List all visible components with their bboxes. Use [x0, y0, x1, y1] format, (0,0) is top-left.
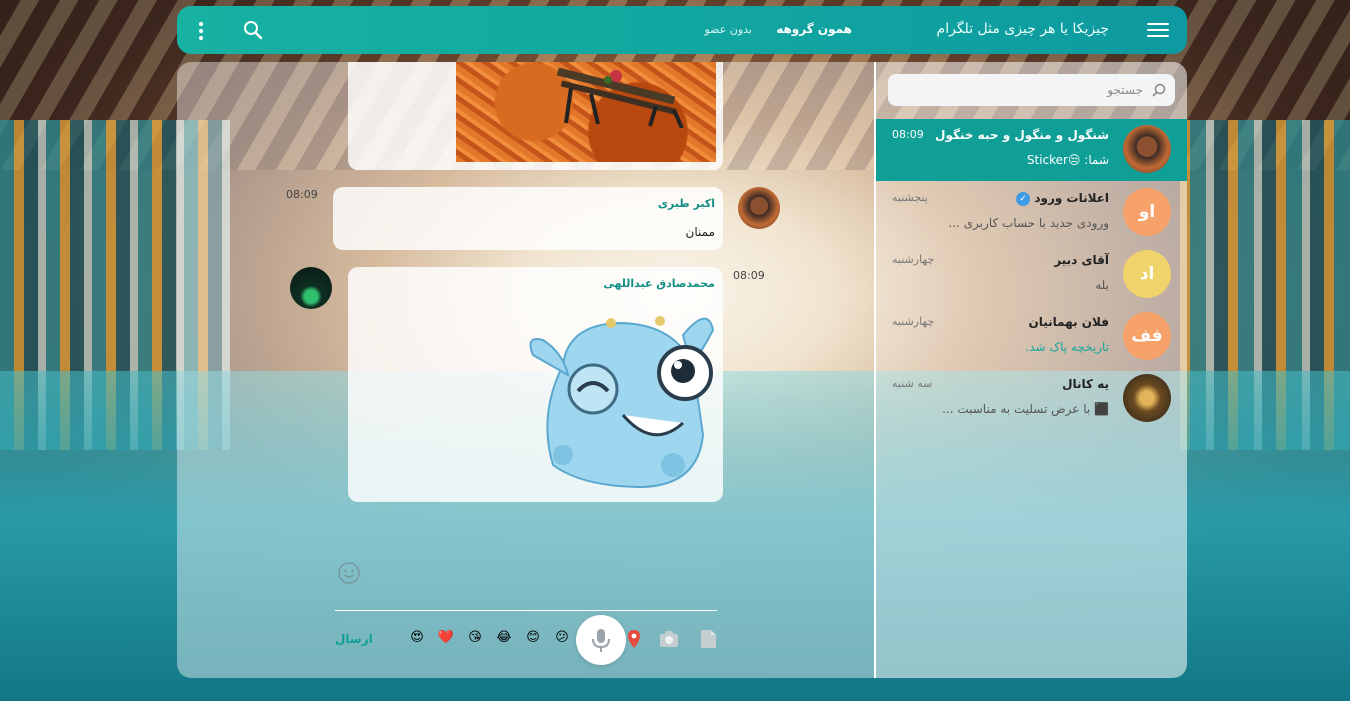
composer-divider	[335, 610, 717, 611]
camera-icon[interactable]	[659, 629, 679, 649]
top-bar: چیزیکا یا هر چیزی مثل تلگرام همون گروهه …	[177, 6, 1187, 54]
dialog-time: چهارشنبه	[892, 315, 935, 328]
avatar: او	[1123, 188, 1171, 236]
search-input[interactable]	[893, 74, 1143, 106]
dialog-time: چهارشنبه	[892, 253, 935, 266]
dialog-name: آقای دبیر	[1054, 253, 1109, 267]
hamburger-menu-icon[interactable]	[1147, 20, 1169, 40]
emoji-smile-icon[interactable]	[337, 561, 361, 585]
message-sender[interactable]: اکبر طبری	[658, 197, 715, 210]
emoji-heart[interactable]: ❤️	[435, 627, 457, 649]
avatar[interactable]	[738, 187, 780, 229]
dialog-time: 08:09	[892, 128, 924, 141]
dialog-name-text: اعلانات ورود	[1034, 191, 1109, 205]
dialog-item[interactable]: یه کانال ⬛ با عرض تسلیت به مناسبت ... سه…	[876, 368, 1187, 430]
dialog-name: شنگول و منگول و حبه خنگول	[935, 128, 1109, 142]
message-sender[interactable]: محمدصادق عبداللهی	[603, 277, 715, 290]
dialog-item[interactable]: فف فلان بهمانیان تاریخچه پاک شد. چهارشنب…	[876, 306, 1187, 368]
dialog-name: اعلانات ورود ✓	[1013, 191, 1109, 206]
search-icon	[1152, 83, 1166, 97]
dialog-item[interactable]: اد آقای دبیر بله چهارشنبه	[876, 244, 1187, 306]
dialog-item[interactable]: او اعلانات ورود ✓ ورودی جدید با حساب کار…	[876, 182, 1187, 244]
voice-record-button[interactable]	[576, 615, 626, 665]
emoji-kiss[interactable]: 😘	[464, 627, 486, 649]
dialog-item[interactable]: شنگول و منگول و حبه خنگول شما: 😒Sticker …	[876, 119, 1187, 181]
monster-sticker[interactable]	[523, 305, 718, 490]
chat-title[interactable]: همون گروهه	[776, 22, 852, 36]
text-message[interactable]: اکبر طبری ممنان	[333, 187, 723, 250]
avatar: فف	[1123, 312, 1171, 360]
search-box[interactable]	[888, 74, 1175, 106]
bench-graphic	[556, 68, 684, 128]
dialog-name: فلان بهمانیان	[1028, 315, 1109, 329]
dialog-last-message: بله	[1095, 278, 1109, 292]
message-time: 08:09	[733, 269, 765, 282]
file-attach-icon[interactable]	[698, 629, 718, 649]
dialogs-sidebar: شنگول و منگول و حبه خنگول شما: 😒Sticker …	[876, 62, 1187, 678]
app-title: چیزیکا یا هر چیزی مثل تلگرام	[936, 21, 1109, 37]
emoji-smile[interactable]: 😊	[522, 627, 544, 649]
avatar	[1123, 374, 1171, 422]
message-text: ممنان	[685, 225, 715, 239]
avatar: اد	[1123, 250, 1171, 298]
dialog-last-message: ورودی جدید با حساب کاربری ...	[948, 216, 1109, 230]
location-pin-icon[interactable]	[624, 629, 644, 649]
emoji-laugh[interactable]: 😂	[493, 627, 515, 649]
avatar	[1123, 125, 1171, 173]
microphone-icon	[592, 629, 610, 652]
dialog-time: سه شنبه	[892, 377, 933, 390]
dialog-last-message: ⬛ با عرض تسلیت به مناسبت ...	[942, 402, 1109, 416]
chat-panel: 08:09 اکبر طبری ممنان 08:09 محمدصادق عبد…	[177, 62, 874, 678]
emoji-confused[interactable]: 😕	[551, 627, 573, 649]
avatar[interactable]	[290, 267, 332, 309]
more-options-icon[interactable]	[195, 20, 207, 40]
search-icon[interactable]	[243, 20, 263, 40]
dialog-time: پنجشنبه	[892, 191, 928, 204]
send-button[interactable]: ارسال	[335, 632, 373, 646]
dialog-name: یه کانال	[1062, 377, 1109, 391]
verified-badge-icon: ✓	[1016, 191, 1031, 206]
chat-member-count: بدون عضو	[704, 23, 752, 36]
dialog-last-message: تاریخچه پاک شد.	[1025, 340, 1109, 354]
sticker-message[interactable]: محمدصادق عبداللهی	[348, 267, 723, 502]
emoji-heart-eyes[interactable]: 😍	[406, 627, 428, 649]
autumn-bench-photo[interactable]	[456, 62, 716, 162]
dialog-last-message: شما: 😒Sticker	[1026, 153, 1109, 167]
message-time: 08:09	[286, 188, 318, 201]
photo-message[interactable]	[348, 62, 723, 170]
